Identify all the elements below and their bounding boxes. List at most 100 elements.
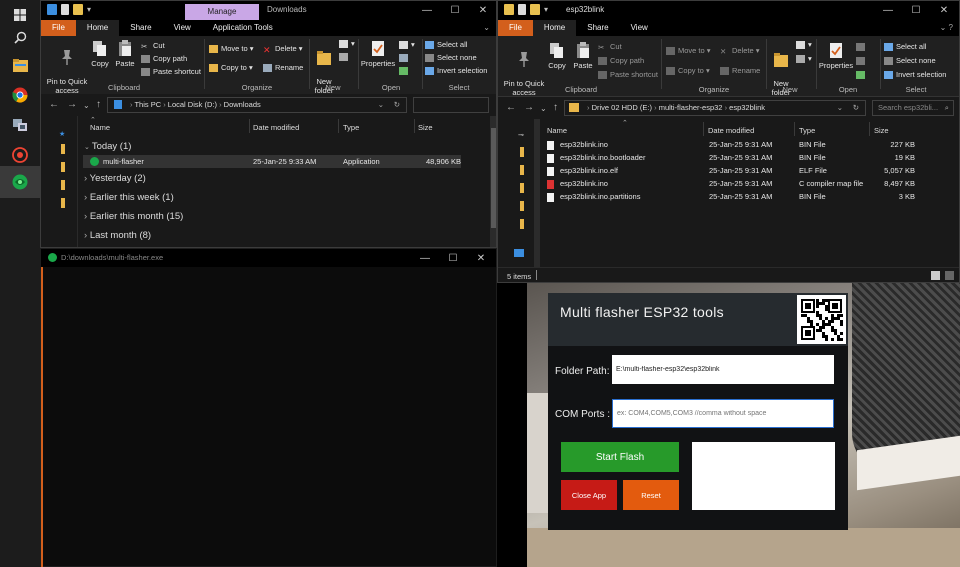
copy-to-button[interactable]: Copy to ▾ [209,63,253,73]
device-manager-icon[interactable] [10,115,30,135]
up-arrow-icon[interactable]: ↑ [96,99,101,110]
easy-access-button[interactable] [339,52,351,62]
download-arrow-icon[interactable] [47,4,57,15]
paste-button[interactable]: Paste [571,42,595,70]
minimize-icon[interactable]: — [413,1,441,20]
column-header-size[interactable]: Size [874,126,889,135]
cut-button[interactable]: ✂ Cut [141,41,165,51]
group-today[interactable]: ⌄ Today (1) [84,141,131,152]
large-icons-view-icon[interactable] [945,271,954,280]
properties-button[interactable]: Properties [360,40,396,68]
maximize-icon[interactable]: ☐ [441,1,469,20]
select-none-button[interactable]: Select none [425,53,477,63]
new-item-button[interactable]: ▾ [339,39,355,49]
copy-button[interactable]: Copy [89,40,111,68]
search-box[interactable]: Search esp32bli... ⌕ [872,100,954,116]
rename-button[interactable]: Rename [263,63,303,73]
breadcrumb-esp32blink[interactable]: esp32blink [729,103,765,112]
paste-shortcut-button[interactable]: Paste shortcut [141,67,201,77]
column-header-date[interactable]: Date modified [253,123,299,132]
folder-icon[interactable] [73,4,83,15]
close-icon[interactable]: ✕ [930,1,958,20]
select-none-button[interactable]: Select none [884,56,936,66]
manage-contextual-tab[interactable]: Manage [185,4,259,20]
history-button[interactable] [856,70,868,80]
delete-button[interactable]: ✕ Delete ▾ [263,44,303,55]
properties-icon[interactable] [61,4,69,15]
folder-path-input[interactable] [612,355,834,384]
quick-access-star-icon[interactable]: ★ [59,130,65,138]
properties-icon[interactable] [518,4,526,15]
history-button[interactable] [399,66,411,76]
paste-shortcut-button[interactable]: Paste shortcut [598,70,658,80]
folder-icon[interactable] [530,4,540,15]
back-arrow-icon[interactable]: ← [49,99,59,110]
maximize-icon[interactable]: ☐ [439,249,467,268]
minimize-icon[interactable]: — [411,249,439,268]
open-button[interactable]: ▾ [399,40,415,50]
column-header-type[interactable]: Type [343,123,359,132]
recent-locations-icon[interactable]: ⌄ [540,104,547,113]
properties-button[interactable]: Properties [818,42,854,70]
search-icon[interactable] [10,27,30,47]
edit-button[interactable] [856,56,868,66]
breadcrumb-drive[interactable]: Drive 02 HDD (E:) [592,103,652,112]
copy-to-button[interactable]: Copy to ▾ [666,66,710,76]
forward-arrow-icon[interactable]: → [67,99,77,110]
close-app-button[interactable]: Close App [561,480,617,510]
pin-quick-access-button[interactable]: Pin to Quick access [45,40,89,95]
open-button[interactable] [856,42,868,52]
column-header-name[interactable]: Name [547,126,567,135]
delete-button[interactable]: ✕ Delete ▾ [720,46,760,56]
vertical-scrollbar[interactable] [490,116,496,247]
invert-selection-button[interactable]: Invert selection [884,70,946,80]
chevron-down-icon[interactable]: ▾ [544,4,552,15]
up-arrow-icon[interactable]: ↑ [553,102,558,113]
close-icon[interactable]: ✕ [467,249,495,268]
address-dropdown-icon[interactable]: ⌄ [378,98,384,112]
breadcrumb-local-disk[interactable]: Local Disk (D:) [168,100,217,109]
column-header-type[interactable]: Type [799,126,815,135]
column-header-size[interactable]: Size [418,123,433,132]
tab-home[interactable]: Home [75,20,120,36]
new-item-button[interactable]: ▾ [796,40,812,50]
address-dropdown-icon[interactable]: ⌄ [837,101,843,115]
ribbon-toggle-icon[interactable]: ⌄ [483,20,490,36]
recent-locations-icon[interactable]: ⌄ [83,101,90,110]
move-to-button[interactable]: Move to ▾ [209,44,254,54]
tab-file[interactable]: File [41,20,76,36]
group-last-month[interactable]: › Last month (8) [84,230,151,241]
nav-pin-icon[interactable]: ⊸ [518,131,524,139]
group-earlier-this-month[interactable]: › Earlier this month (15) [84,211,183,222]
maximize-icon[interactable]: ☐ [902,1,930,20]
refresh-icon[interactable]: ↻ [394,98,400,112]
column-header-date[interactable]: Date modified [708,126,754,135]
rename-button[interactable]: Rename [720,66,760,76]
copy-path-button[interactable]: Copy path [598,56,644,66]
address-bar[interactable]: › Drive 02 HDD (E:) › multi-flasher-esp3… [564,100,866,116]
column-header-name[interactable]: Name [90,123,110,132]
start-flash-button[interactable]: Start Flash [561,442,679,472]
paste-button[interactable]: Paste [113,40,137,68]
output-log-panel[interactable] [692,442,835,510]
table-row[interactable]: multi-flasher 25-Jan-25 9:33 AM Applicat… [83,155,461,168]
tab-file[interactable]: File [498,20,533,36]
tab-home[interactable]: Home [532,20,577,36]
network-icon[interactable] [514,249,524,257]
tab-share[interactable]: Share [576,20,619,36]
tab-view[interactable]: View [620,20,659,36]
reset-button[interactable]: Reset [623,480,679,510]
select-all-button[interactable]: Select all [884,42,926,52]
tab-view[interactable]: View [163,20,202,36]
minimize-icon[interactable]: — [874,1,902,20]
search-box[interactable] [413,97,489,113]
address-bar[interactable]: › This PC › Local Disk (D:) › Downloads … [107,97,407,113]
refresh-icon[interactable]: ↻ [853,101,859,115]
com-ports-input[interactable] [612,399,834,428]
copy-button[interactable]: Copy [546,42,568,70]
copy-path-button[interactable]: Copy path [141,54,187,64]
invert-selection-button[interactable]: Invert selection [425,66,487,76]
breadcrumb-multi-flasher-esp32[interactable]: multi-flasher-esp32 [659,103,723,112]
cut-button[interactable]: ✂ Cut [598,42,622,52]
vertical-scrollbar[interactable] [953,119,959,267]
